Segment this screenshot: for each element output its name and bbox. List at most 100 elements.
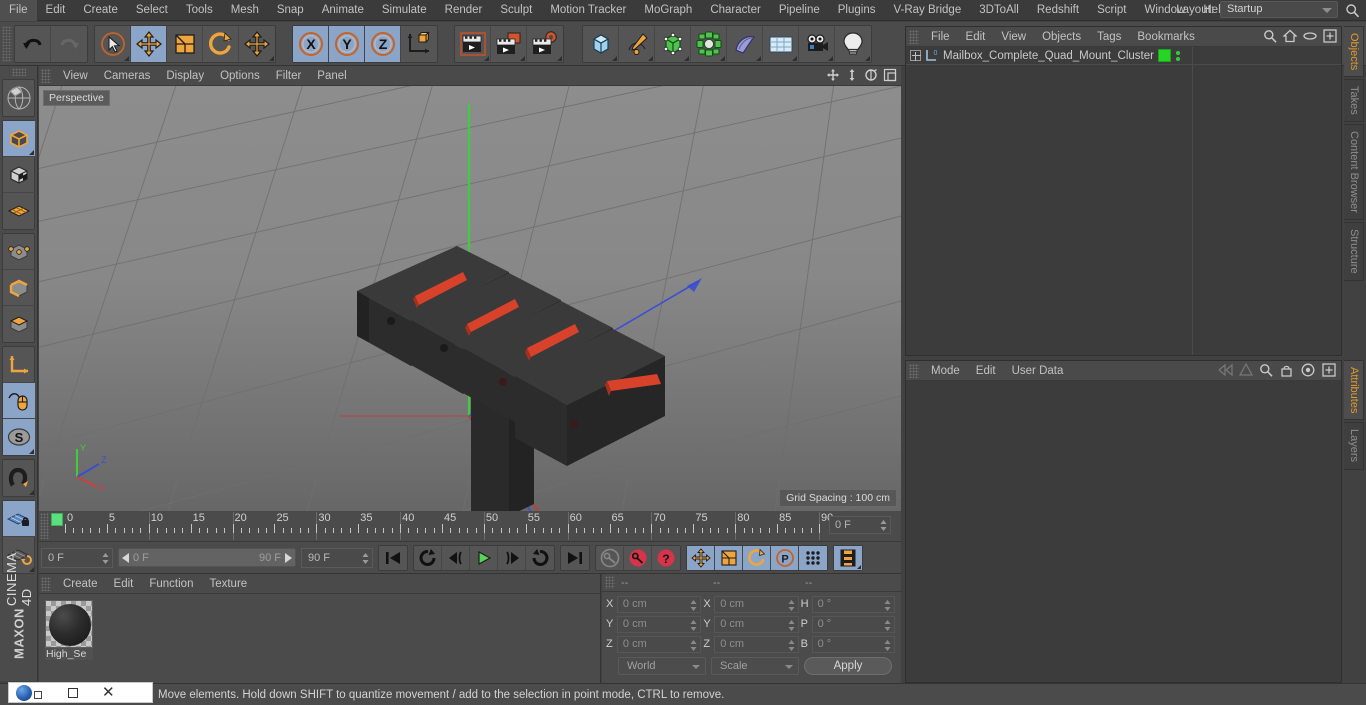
playhead-marker[interactable] <box>51 513 63 526</box>
maximize-view-icon[interactable] <box>883 68 897 83</box>
material-menu-function[interactable]: Function <box>141 574 201 594</box>
plus-box-icon[interactable] <box>1322 363 1337 378</box>
move-tool[interactable] <box>131 25 167 62</box>
lock-x-axis-button[interactable]: X <box>293 25 329 62</box>
make-editable-button[interactable] <box>3 80 35 116</box>
viewport-menu-cameras[interactable]: Cameras <box>96 66 159 86</box>
play-reverse-loop-button[interactable] <box>414 545 442 570</box>
menu-item-plugins[interactable]: Plugins <box>829 0 885 21</box>
rotation-p-field[interactable]: 0 ° <box>811 615 895 633</box>
current-frame-field[interactable]: 0 F <box>41 547 113 568</box>
menu-item-animate[interactable]: Animate <box>313 0 373 21</box>
viewport-solo-button[interactable] <box>3 383 35 419</box>
object-menu-edit[interactable]: Edit <box>958 27 994 47</box>
attribute-manager-grip[interactable] <box>909 363 919 378</box>
object-menu-file[interactable]: File <box>923 27 958 47</box>
menu-item-motion-tracker[interactable]: Motion Tracker <box>541 0 635 21</box>
scale-key-button[interactable] <box>715 545 743 570</box>
position-z-field[interactable]: 0 cm <box>616 635 702 653</box>
target-icon[interactable] <box>1301 363 1316 378</box>
menu-item-character[interactable]: Character <box>701 0 770 21</box>
live-selection-tool[interactable] <box>95 25 131 62</box>
material-menu-edit[interactable]: Edit <box>106 574 142 594</box>
menu-item-select[interactable]: Select <box>127 0 177 21</box>
enable-snap-button[interactable] <box>3 460 35 496</box>
spinner-icon[interactable] <box>884 599 891 611</box>
material-menu-create[interactable]: Create <box>55 574 106 594</box>
spinner-icon[interactable] <box>880 520 887 531</box>
add-scene-object-button[interactable] <box>727 25 763 62</box>
vertical-tab-objects[interactable]: Objects <box>1344 26 1364 78</box>
home-icon[interactable] <box>1282 29 1298 44</box>
step-forward-button[interactable] <box>498 545 526 570</box>
close-icon[interactable]: ✕ <box>102 685 115 700</box>
back-arrows-icon[interactable] <box>1217 363 1233 378</box>
restore-icon[interactable] <box>34 690 42 699</box>
menu-item-redshift[interactable]: Redshift <box>1028 0 1088 21</box>
viewport-menu-filter[interactable]: Filter <box>268 66 310 86</box>
point-mode-button[interactable] <box>3 234 35 270</box>
viewport-3d-canvas[interactable]: Perspective Grid Spacing : 100 cm Y Z X <box>39 86 901 511</box>
viewport-menu-view[interactable]: View <box>55 66 96 86</box>
search-icon[interactable] <box>1259 363 1274 378</box>
apply-button[interactable]: Apply <box>804 657 892 675</box>
position-y-field[interactable]: 0 cm <box>616 615 702 633</box>
attribute-content-area[interactable] <box>906 381 1341 682</box>
vertical-tab-takes[interactable]: Takes <box>1344 79 1364 123</box>
vertical-tab-layers[interactable]: Layers <box>1344 422 1364 470</box>
spinner-icon[interactable] <box>690 619 697 631</box>
visibility-dots-icon[interactable] <box>1176 50 1180 61</box>
spinner-icon[interactable] <box>884 619 891 631</box>
object-manager-grip[interactable] <box>909 29 919 44</box>
toolbar-grip[interactable] <box>2 25 12 62</box>
menu-item-create[interactable]: Create <box>74 0 127 21</box>
vertical-tab-content-browser[interactable]: Content Browser <box>1344 124 1364 220</box>
vertical-tab-structure[interactable]: Structure <box>1344 221 1364 281</box>
go-to-end-button[interactable] <box>561 546 589 570</box>
timeline-frame-field[interactable]: 0 F <box>829 516 891 534</box>
material-manager-grip[interactable] <box>41 576 51 591</box>
menu-item-snap[interactable]: Snap <box>268 0 313 21</box>
material-item[interactable]: High_Se <box>45 600 95 660</box>
add-light-button[interactable] <box>835 26 871 62</box>
timeline-toggle-button[interactable] <box>834 545 862 570</box>
polygon-mode-button[interactable] <box>3 306 35 342</box>
autokeying-button[interactable] <box>624 545 652 570</box>
scale-tool[interactable] <box>167 25 203 62</box>
attribute-menu-mode[interactable]: Mode <box>923 361 968 381</box>
undo-button[interactable] <box>15 25 51 62</box>
size-y-field[interactable]: 0 cm <box>714 615 799 633</box>
spinner-icon[interactable] <box>884 639 891 651</box>
redo-button[interactable] <box>51 26 87 62</box>
play-forward-loop-button[interactable] <box>526 546 554 570</box>
rotate-view-icon[interactable] <box>864 68 878 83</box>
menu-item-file[interactable]: File <box>0 0 37 21</box>
menu-item-v-ray-bridge[interactable]: V-Ray Bridge <box>884 0 970 21</box>
size-z-field[interactable]: 0 cm <box>714 635 799 653</box>
spinner-icon[interactable] <box>788 639 795 651</box>
left-toolbar-grip[interactable] <box>11 68 26 76</box>
menu-item-simulate[interactable]: Simulate <box>373 0 436 21</box>
menu-item-mograph[interactable]: MoGraph <box>635 0 701 21</box>
material-preview-swatch[interactable] <box>45 600 93 648</box>
forward-arrow-icon[interactable] <box>1238 362 1254 378</box>
menu-item-edit[interactable]: Edit <box>37 0 75 21</box>
search-icon[interactable] <box>1345 3 1360 18</box>
object-row[interactable]: 0 Mailbox_Complete_Quad_Mount_Cluster <box>906 47 1341 65</box>
plus-box-icon[interactable] <box>1323 29 1337 44</box>
spinner-icon[interactable] <box>102 552 109 564</box>
enable-axis-button[interactable] <box>3 347 35 383</box>
material-menu-texture[interactable]: Texture <box>201 574 255 594</box>
add-cube-button[interactable] <box>583 25 619 62</box>
spinner-icon[interactable] <box>690 639 697 651</box>
lock-z-axis-button[interactable]: Z <box>365 25 401 62</box>
render-settings-button[interactable] <box>527 26 563 62</box>
coordinate-manager-grip[interactable] <box>605 576 615 589</box>
spinner-icon[interactable] <box>788 599 795 611</box>
rotation-key-button[interactable] <box>743 545 771 570</box>
spinner-icon[interactable] <box>362 552 369 564</box>
free-move-tool[interactable] <box>239 26 275 62</box>
pan-view-icon[interactable] <box>826 68 840 83</box>
object-menu-objects[interactable]: Objects <box>1034 27 1089 47</box>
vertical-tab-attributes[interactable]: Attributes <box>1344 360 1364 421</box>
